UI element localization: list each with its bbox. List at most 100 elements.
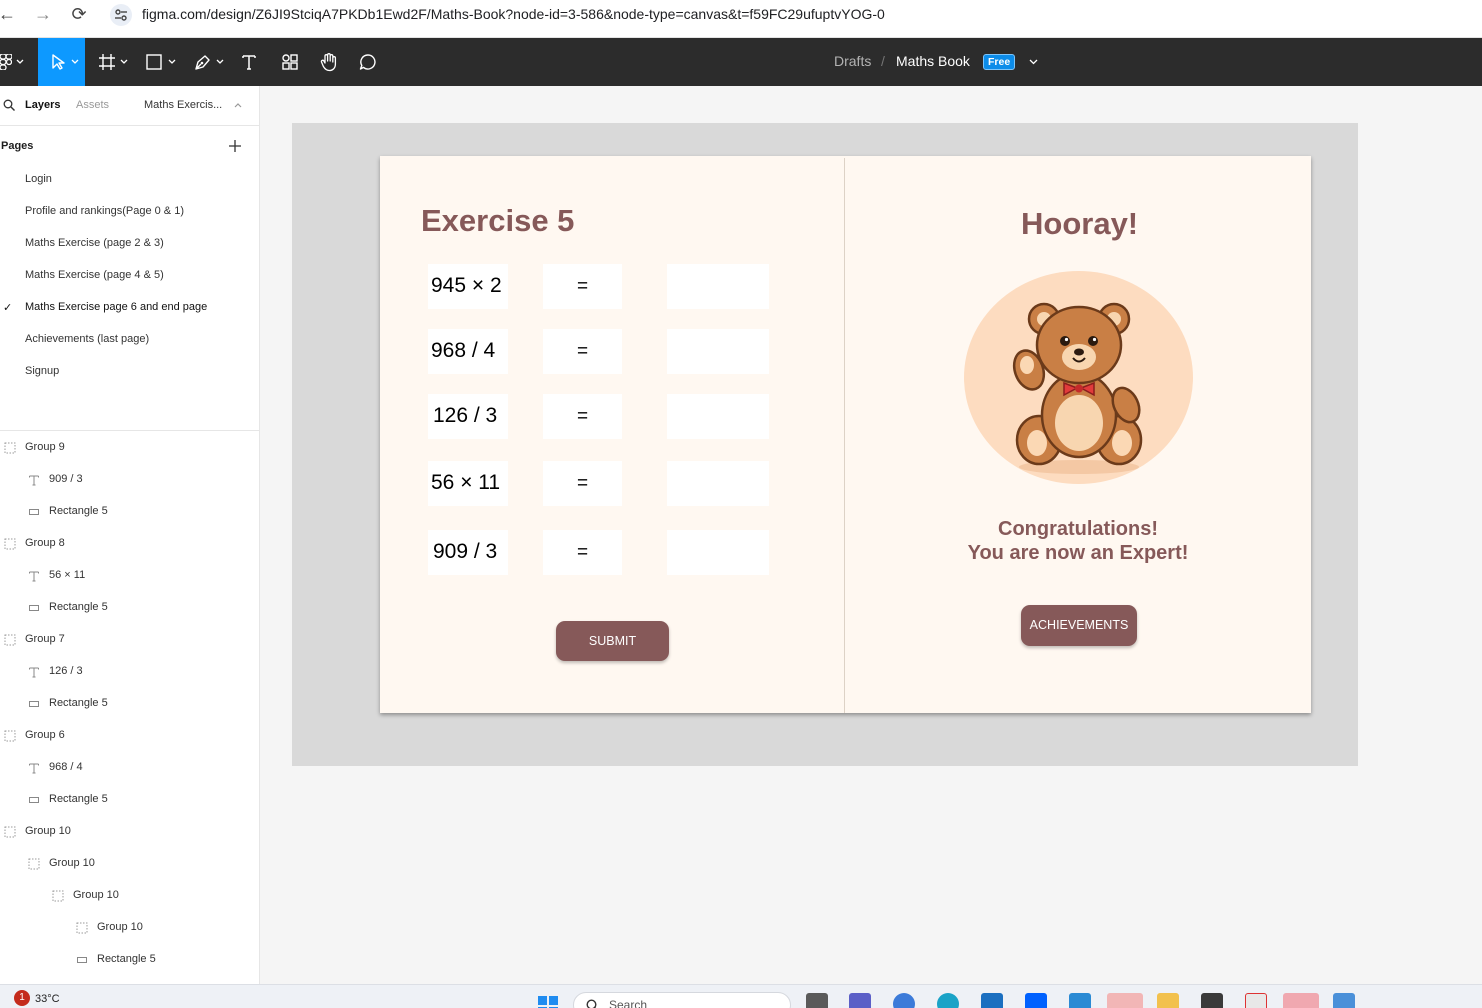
- layer-item[interactable]: Group 10: [49, 857, 95, 869]
- page-item[interactable]: Signup: [25, 365, 59, 377]
- file-name[interactable]: Maths Book: [896, 53, 970, 69]
- layer-item[interactable]: Rectangle 5: [49, 601, 108, 613]
- dropbox-icon[interactable]: [1025, 993, 1047, 1008]
- calculator-icon[interactable]: [1333, 993, 1355, 1008]
- figma-logo-icon: [0, 54, 12, 70]
- rectangle-layer-icon: [77, 957, 87, 963]
- page-selector[interactable]: Maths Exercis...: [144, 99, 222, 111]
- tab-assets[interactable]: Assets: [76, 99, 109, 111]
- layer-item[interactable]: 909 / 3: [49, 473, 83, 485]
- question-expression: 56 × 11: [431, 471, 501, 494]
- chevron-down-icon: [120, 59, 128, 64]
- terminal-icon[interactable]: [1201, 993, 1223, 1008]
- layer-item[interactable]: Group 9: [25, 441, 65, 453]
- taskbar-search[interactable]: Search: [573, 992, 791, 1008]
- copilot-icon[interactable]: [893, 993, 915, 1008]
- store-icon[interactable]: [981, 993, 1003, 1008]
- layer-item[interactable]: Group 8: [25, 537, 65, 549]
- resources-icon: [282, 54, 298, 70]
- chevron-down-icon: [16, 59, 24, 64]
- windows-taskbar: 1 33°C Search: [0, 984, 1482, 1008]
- congratulations-message: Congratulations! You are now an Expert!: [940, 517, 1216, 565]
- page-item[interactable]: Maths Exercise page 6 and end page: [25, 301, 207, 313]
- layer-item[interactable]: Rectangle 5: [49, 793, 108, 805]
- group-layer-icon: [4, 538, 16, 550]
- page-item[interactable]: Login: [25, 173, 52, 185]
- search-icon: [586, 999, 597, 1008]
- comment-tool-button[interactable]: [356, 38, 384, 86]
- figma-window: ← → ⟳ figma.com/design/Z6JI9StciqA7PKDb1…: [0, 0, 1482, 1008]
- rectangle-layer-icon: [29, 605, 39, 611]
- answer-input[interactable]: [667, 329, 769, 374]
- layer-item[interactable]: Group 6: [25, 729, 65, 741]
- back-arrow-icon[interactable]: ←: [0, 3, 18, 25]
- chevron-down-icon: [216, 59, 224, 64]
- main-menu-button[interactable]: [0, 38, 36, 86]
- chevron-down-icon: [71, 59, 79, 64]
- browser-address-bar: ← → ⟳ figma.com/design/Z6JI9StciqA7PKDb1…: [0, 0, 1482, 38]
- notification-badge[interactable]: 1: [14, 990, 30, 1006]
- tab-layers[interactable]: Layers: [25, 99, 60, 111]
- frame-hash-icon: [99, 54, 115, 70]
- answer-input[interactable]: [667, 530, 769, 575]
- page-item[interactable]: Maths Exercise (page 2 & 3): [25, 237, 164, 249]
- layer-item[interactable]: Group 10: [25, 825, 71, 837]
- reload-icon[interactable]: ⟳: [68, 3, 90, 25]
- hand-icon: [320, 53, 337, 72]
- pen-tool-button[interactable]: [188, 38, 228, 86]
- layer-item[interactable]: Rectangle 5: [97, 953, 156, 965]
- shape-tool-button[interactable]: [140, 38, 180, 86]
- answer-input[interactable]: [667, 461, 769, 506]
- achievements-button[interactable]: ACHIEVEMENTS: [1021, 605, 1137, 646]
- app-icon[interactable]: [1245, 993, 1267, 1008]
- file-explorer-icon[interactable]: [1157, 993, 1179, 1008]
- vscode-icon[interactable]: [1069, 993, 1091, 1008]
- url-field[interactable]: figma.com/design/Z6JI9StciqA7PKDb1Ewd2F/…: [142, 6, 885, 22]
- text-tool-icon: [242, 55, 256, 70]
- equals-sign: =: [577, 542, 589, 563]
- answer-input[interactable]: [667, 394, 769, 439]
- book-spread[interactable]: Exercise 5 945 × 2 = 968 / 4 = 126 / 3 = 56 × …: [380, 156, 1311, 713]
- plan-badge: Free: [983, 54, 1016, 70]
- panel-divider: [0, 430, 259, 431]
- chevron-up-icon[interactable]: [234, 103, 242, 108]
- move-tool-button[interactable]: [38, 38, 85, 86]
- layer-item[interactable]: 126 / 3: [49, 665, 83, 677]
- text-tool-button[interactable]: [236, 38, 262, 86]
- page-item[interactable]: Profile and rankings(Page 0 & 1): [25, 205, 184, 217]
- forward-arrow-icon[interactable]: →: [32, 3, 54, 25]
- breadcrumb-drafts[interactable]: Drafts: [834, 53, 871, 69]
- chrome-icon[interactable]: [1107, 993, 1143, 1008]
- text-layer-icon: [29, 667, 39, 678]
- answer-input[interactable]: [667, 264, 769, 309]
- layer-item[interactable]: 968 / 4: [49, 761, 83, 773]
- layer-item[interactable]: Group 10: [73, 889, 119, 901]
- layer-item[interactable]: Group 7: [25, 633, 65, 645]
- chevron-down-icon: [168, 59, 176, 64]
- add-page-plus-icon[interactable]: [228, 139, 242, 153]
- canvas-frame[interactable]: Exercise 5 945 × 2 = 968 / 4 = 126 / 3 = 56 × …: [292, 123, 1358, 766]
- layer-item[interactable]: Rectangle 5: [49, 505, 108, 517]
- file-menu-chevron-icon[interactable]: [1029, 59, 1038, 65]
- text-layer-icon: [29, 475, 39, 486]
- rectangle-layer-icon: [29, 509, 39, 515]
- weather-temperature[interactable]: 33°C: [35, 993, 60, 1005]
- layer-item[interactable]: Rectangle 5: [49, 697, 108, 709]
- frame-tool-button[interactable]: [92, 38, 132, 86]
- page-item[interactable]: Maths Exercise (page 4 & 5): [25, 269, 164, 281]
- task-view-icon[interactable]: [806, 993, 828, 1008]
- windows-start-icon[interactable]: [537, 995, 559, 1008]
- resources-button[interactable]: [276, 38, 304, 86]
- hand-tool-button[interactable]: [316, 38, 344, 86]
- submit-button[interactable]: SUBMIT: [556, 621, 669, 661]
- teams-icon[interactable]: [849, 993, 871, 1008]
- site-settings-icon[interactable]: [110, 4, 132, 26]
- edge-icon[interactable]: [937, 993, 959, 1008]
- layer-item[interactable]: 56 × 11: [49, 569, 85, 581]
- breadcrumb-separator: /: [881, 53, 885, 69]
- search-icon[interactable]: [3, 99, 15, 111]
- canvas[interactable]: Exercise 5 945 × 2 = 968 / 4 = 126 / 3 = 56 × …: [260, 86, 1482, 984]
- page-item[interactable]: Achievements (last page): [25, 333, 149, 345]
- figma-taskbar-icon[interactable]: [1283, 993, 1319, 1008]
- layer-item[interactable]: Group 10: [97, 921, 143, 933]
